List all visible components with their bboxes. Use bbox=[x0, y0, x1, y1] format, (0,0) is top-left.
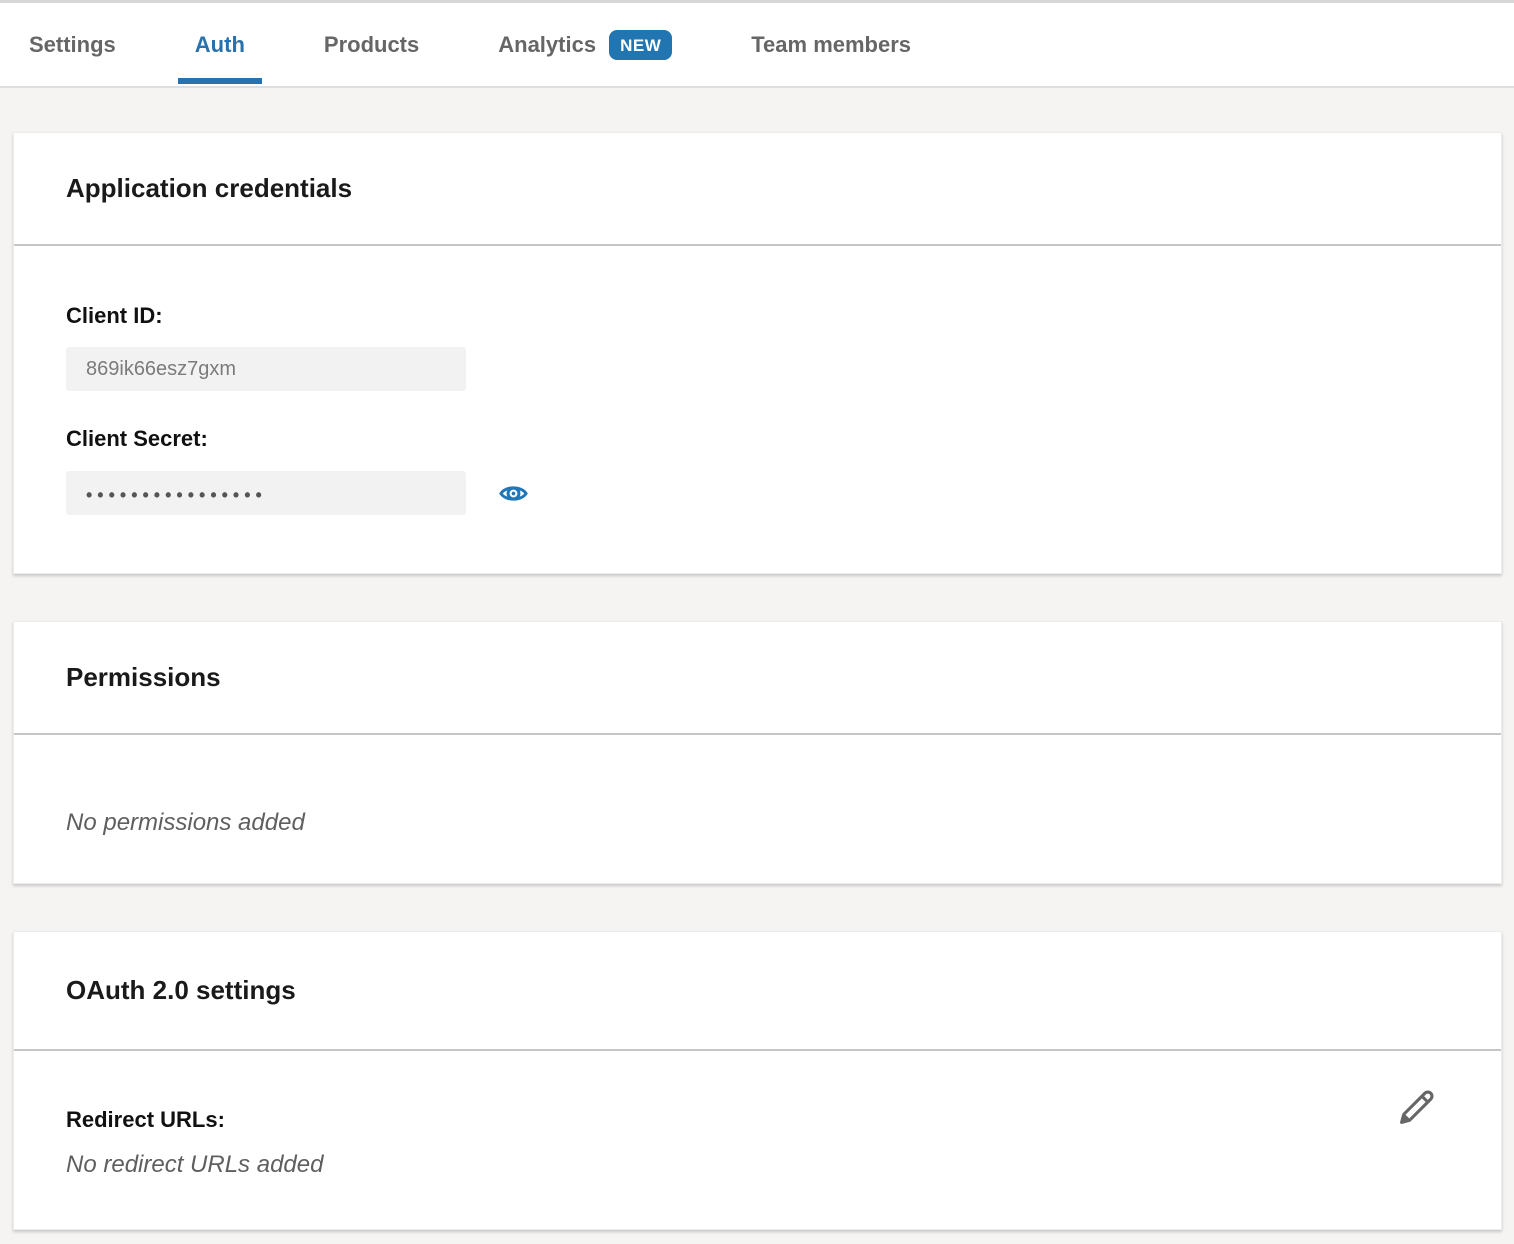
client-secret-row: •••••••••••••••• bbox=[66, 453, 1449, 515]
pencil-icon bbox=[1395, 1085, 1439, 1129]
app-settings-page: Settings Auth Products Analytics NEW Tea… bbox=[0, 0, 1514, 1230]
client-id-label: Client ID: bbox=[66, 302, 1449, 330]
permissions-body: No permissions added bbox=[14, 735, 1501, 883]
no-permissions-message: No permissions added bbox=[66, 808, 1449, 838]
client-secret-field[interactable]: •••••••••••••••• bbox=[66, 471, 466, 515]
tab-auth-label: Auth bbox=[195, 32, 245, 58]
tab-auth[interactable]: Auth bbox=[178, 3, 262, 86]
reveal-secret-button[interactable] bbox=[498, 478, 529, 509]
tab-analytics[interactable]: Analytics NEW bbox=[481, 3, 689, 86]
eye-icon bbox=[498, 478, 529, 509]
permissions-title: Permissions bbox=[66, 662, 221, 693]
tab-products-label: Products bbox=[324, 32, 419, 58]
tab-team-members-label: Team members bbox=[751, 32, 911, 58]
new-badge: NEW bbox=[609, 30, 672, 60]
application-credentials-title: Application credentials bbox=[66, 173, 352, 204]
application-credentials-body: Client ID: 869ik66esz7gxm Client Secret:… bbox=[14, 246, 1501, 573]
tab-settings-label: Settings bbox=[29, 32, 116, 58]
application-credentials-header: Application credentials bbox=[14, 133, 1501, 246]
client-id-field[interactable]: 869ik66esz7gxm bbox=[66, 347, 466, 391]
oauth-settings-header: OAuth 2.0 settings bbox=[14, 932, 1501, 1051]
permissions-card: Permissions No permissions added bbox=[13, 621, 1502, 884]
tab-analytics-label: Analytics bbox=[498, 32, 596, 58]
tab-settings[interactable]: Settings bbox=[12, 3, 133, 86]
client-secret-label: Client Secret: bbox=[66, 425, 1449, 453]
client-secret-masked-value: •••••••••••••••• bbox=[86, 482, 267, 504]
edit-redirect-urls-button[interactable] bbox=[1395, 1085, 1439, 1129]
tab-products[interactable]: Products bbox=[307, 3, 436, 86]
oauth-settings-title: OAuth 2.0 settings bbox=[66, 975, 296, 1006]
tab-bar: Settings Auth Products Analytics NEW Tea… bbox=[0, 0, 1514, 88]
tab-team-members[interactable]: Team members bbox=[734, 3, 928, 86]
oauth-settings-card: OAuth 2.0 settings Redirect URLs: No red… bbox=[13, 931, 1502, 1230]
client-id-value: 869ik66esz7gxm bbox=[86, 358, 236, 381]
redirect-urls-label: Redirect URLs: bbox=[66, 1106, 1449, 1134]
oauth-settings-body: Redirect URLs: No redirect URLs added bbox=[14, 1051, 1501, 1229]
no-redirect-urls-message: No redirect URLs added bbox=[66, 1150, 1449, 1180]
application-credentials-card: Application credentials Client ID: 869ik… bbox=[13, 132, 1502, 574]
permissions-header: Permissions bbox=[14, 622, 1501, 735]
main-content: Application credentials Client ID: 869ik… bbox=[0, 88, 1514, 1230]
